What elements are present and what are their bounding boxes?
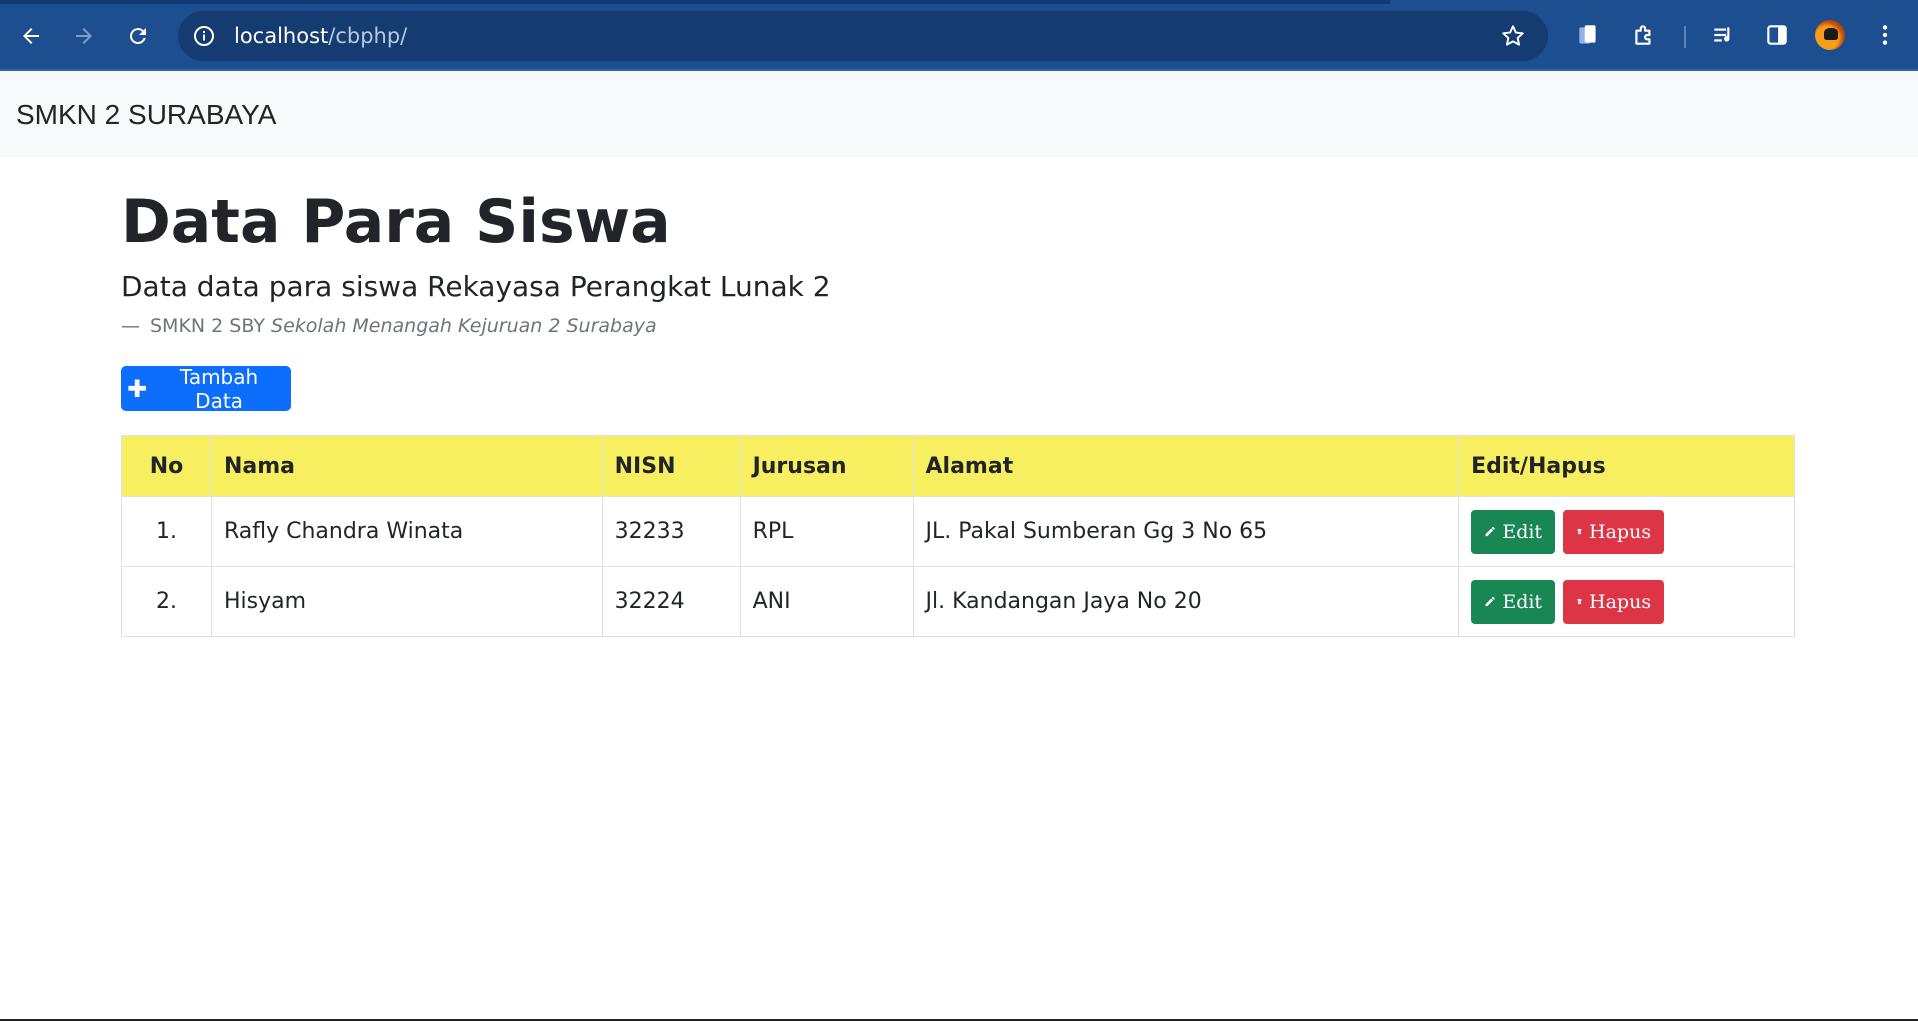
page-lead: Data data para siswa Rekayasa Perangkat …: [121, 270, 831, 303]
add-data-label: Tambah Data: [179, 364, 259, 413]
cell-alamat: Jl. Kandangan Jaya No 20: [912, 566, 1460, 637]
menu-button[interactable]: [1870, 20, 1900, 50]
cell-actions: Edit Hapus: [1458, 496, 1795, 567]
edit-label: Edit: [1502, 590, 1543, 613]
navbar-brand[interactable]: SMKN 2 SURABAYA: [16, 99, 276, 131]
edit-button[interactable]: Edit: [1471, 579, 1556, 624]
footer-cite: Sekolah Menangah Kejuruan 2 Surabaya: [271, 315, 657, 337]
back-button[interactable]: [13, 18, 49, 54]
star-icon[interactable]: [1500, 23, 1526, 49]
footer-dash: —: [121, 315, 140, 337]
cell-nisn: 32233: [601, 496, 741, 567]
edit-button[interactable]: Edit: [1471, 509, 1556, 554]
profile-avatar[interactable]: [1815, 20, 1845, 50]
arrow-right-icon: [76, 28, 92, 44]
trash-icon: [1577, 528, 1582, 535]
side-panel-icon: [1767, 25, 1787, 45]
reload-button[interactable]: [120, 18, 156, 54]
tab-strip-edge: [0, 0, 1390, 4]
col-header-nisn: NISN: [601, 435, 741, 497]
delete-button[interactable]: Hapus: [1563, 579, 1665, 624]
reload-icon: [129, 28, 146, 45]
col-header-jurusan: Jurusan: [739, 435, 914, 497]
cell-jurusan: RPL: [739, 496, 914, 567]
cell-no: 2.: [121, 566, 212, 637]
tab-search-button[interactable]: [1573, 20, 1603, 50]
browser-toolbar: localhost/cbphp/: [0, 0, 1918, 71]
cell-no: 1.: [121, 496, 212, 567]
info-icon[interactable]: [192, 24, 216, 48]
forward-button[interactable]: [66, 18, 102, 54]
cell-jurusan: ANI: [739, 566, 914, 637]
trash-icon: [1577, 598, 1582, 605]
arrow-left-icon: [23, 28, 39, 44]
address-bar[interactable]: localhost/cbphp/: [178, 11, 1548, 61]
plus-icon: ✚: [127, 374, 148, 403]
footer-source: SMKN 2 SBY: [150, 315, 265, 337]
col-header-aksi: Edit/Hapus: [1458, 435, 1795, 497]
site-navbar: SMKN 2 SURABAYA: [0, 71, 1918, 157]
playlist-icon: [1714, 27, 1730, 42]
add-data-button[interactable]: ✚ Tambah Data: [121, 364, 291, 413]
cell-nisn: 32224: [601, 566, 741, 637]
col-header-nama: Nama: [210, 435, 603, 497]
kebab-menu-icon: [1882, 25, 1888, 45]
cell-nama: Hisyam: [210, 566, 603, 637]
blockquote-footer: — SMKN 2 SBY Sekolah Menangah Kejuruan 2 …: [121, 315, 657, 337]
delete-button[interactable]: Hapus: [1563, 509, 1665, 554]
toolbar-divider: [1684, 26, 1686, 48]
col-header-alamat: Alamat: [912, 435, 1460, 497]
side-panel-button[interactable]: [1762, 20, 1792, 50]
delete-label: Hapus: [1589, 520, 1652, 543]
cell-actions: Edit Hapus: [1458, 566, 1795, 637]
document-icon: [1579, 25, 1596, 44]
pencil-icon: [1485, 526, 1495, 537]
table-row: 1. Rafly Chandra Winata 32233 RPL JL. Pa…: [121, 496, 1795, 567]
delete-label: Hapus: [1589, 590, 1652, 613]
table-row: 2. Hisyam 32224 ANI Jl. Kandangan Jaya N…: [121, 566, 1795, 637]
cell-nama: Rafly Chandra Winata: [210, 496, 603, 567]
edit-label: Edit: [1502, 520, 1543, 543]
page-title: Data Para Siswa: [121, 187, 671, 257]
media-controls-button[interactable]: [1709, 20, 1739, 50]
url-path: /cbphp/: [328, 24, 408, 48]
extensions-button[interactable]: [1629, 20, 1659, 50]
col-header-no: No: [121, 435, 212, 497]
url-host: localhost: [234, 24, 329, 48]
table-header-row: No Nama NISN Jurusan Alamat Edit/Hapus: [121, 435, 1795, 497]
student-table: No Nama NISN Jurusan Alamat Edit/Hapus 1…: [121, 435, 1795, 637]
puzzle-icon: [1635, 25, 1651, 45]
pencil-icon: [1485, 596, 1495, 607]
cell-alamat: JL. Pakal Sumberan Gg 3 No 65: [912, 496, 1460, 567]
url-text[interactable]: localhost/cbphp/: [234, 23, 407, 49]
